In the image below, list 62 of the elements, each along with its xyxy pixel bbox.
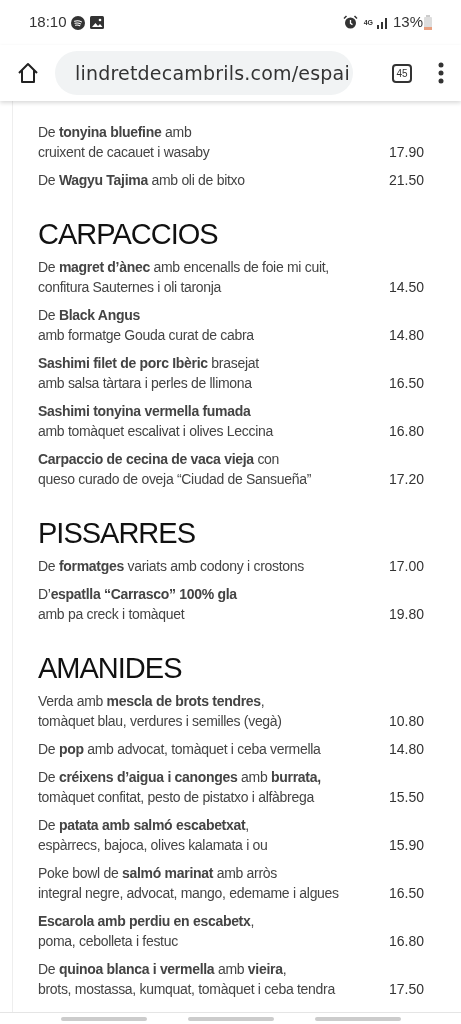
price: 19.80	[388, 605, 424, 624]
price: 14.80	[388, 740, 424, 759]
menu-icon[interactable]	[438, 62, 444, 84]
dish-name: Escarola amb perdiu en escabetx,	[38, 912, 255, 931]
price: 15.50	[388, 788, 424, 807]
dish-description: amb formatge Gouda curat de cabra	[38, 326, 254, 345]
price: 14.80	[388, 326, 424, 345]
dish-description: cruixent de cacauet i wasaby	[38, 143, 210, 162]
price: 16.50	[388, 374, 424, 393]
section-heading: AMANIDES	[38, 650, 183, 686]
battery-percent: 13%	[392, 12, 423, 33]
dish-name: Poke bowl de salmó marinat amb arròs	[38, 864, 277, 883]
address-bar[interactable]: lindretdecambrils.com/espai	[55, 51, 353, 95]
price: 21.50	[388, 171, 424, 190]
dish-name: D’espatlla “Carrasco” 100% gla	[38, 585, 237, 604]
signal-icon	[376, 16, 389, 29]
section-heading: CARPACCIOS	[38, 216, 219, 252]
dish-name: De magret d’ànec amb encenalls de foie mi cuit,	[38, 258, 329, 277]
dish-name: De tonyina bluefine amb	[38, 123, 192, 142]
dish-description: amb tomàquet escalivat i olives Leccina	[38, 422, 273, 441]
url-text: lindretdecambrils.com/espai	[75, 60, 350, 86]
price: 16.50	[388, 884, 424, 903]
price: 16.80	[388, 422, 424, 441]
price: 15.90	[388, 836, 424, 855]
dish-description: tomàquet confitat, pesto de pistatxo i alfàbrega	[38, 788, 314, 807]
price: 17.20	[388, 470, 424, 489]
dish-description: poma, cebolleta i festuc	[38, 932, 178, 951]
dish-description: confitura Sauternes i oli taronja	[38, 278, 222, 297]
price: 17.90	[388, 143, 424, 162]
gesture-hint-icon[interactable]	[187, 1017, 274, 1021]
dish-name: De pop amb advocat, tomàquet i ceba vermella	[38, 740, 321, 759]
dish-name: Sashimi tonyina vermella fumada	[38, 402, 251, 421]
dish-description: amb pa creck i tomàquet	[38, 605, 185, 624]
dish-name: De formatges variats amb codony i crostons	[38, 557, 304, 576]
dish-description: amb salsa tàrtara i perles de llimona	[38, 374, 252, 393]
tab-count[interactable]: 45	[392, 63, 412, 83]
image-icon	[89, 16, 104, 29]
dish-description: brots, mostassa, kumquat, tomàquet i ceba tendra	[38, 980, 335, 999]
section-heading: PISSARRES	[38, 515, 196, 551]
dish-name: Verda amb mescla de brots tendres,	[38, 692, 265, 711]
dish-name: Sashimi filet de porc Ibèric brasejat	[38, 354, 259, 373]
price: 17.50	[388, 980, 424, 999]
dish-description: tomàquet blau, verdures i semilles (vegà)	[38, 712, 282, 731]
gesture-hint-icon[interactable]	[314, 1017, 401, 1021]
dish-name: De patata amb salmó escabetxat,	[38, 816, 249, 835]
price: 16.80	[388, 932, 424, 951]
dish-name: De quinoa blanca i vermella amb vieira,	[38, 960, 287, 979]
clock: 18:10	[29, 12, 67, 33]
dish-description: espàrrecs, bajoca, olives kalamata i ou	[38, 836, 268, 855]
dish-name: De Black Angus	[38, 306, 140, 325]
dish-name: De créixens d’aigua i canonges amb burrata,	[38, 768, 321, 787]
dish-description: queso curado de oveja “Ciudad de Sansueña”	[38, 470, 312, 489]
dish-name: De Wagyu Tajima amb oli de bitxo	[38, 171, 245, 190]
dish-description: integral negre, advocat, mango, edemame i algues	[38, 884, 339, 903]
battery-icon	[424, 15, 432, 30]
price: 17.00	[388, 557, 424, 576]
dish-name: Carpaccio de cecina de vaca vieja con	[38, 450, 280, 469]
gesture-hint-icon[interactable]	[60, 1017, 147, 1021]
price: 10.80	[388, 712, 424, 731]
home-icon[interactable]	[17, 62, 39, 84]
price: 14.50	[388, 278, 424, 297]
alarm-icon	[342, 15, 358, 30]
